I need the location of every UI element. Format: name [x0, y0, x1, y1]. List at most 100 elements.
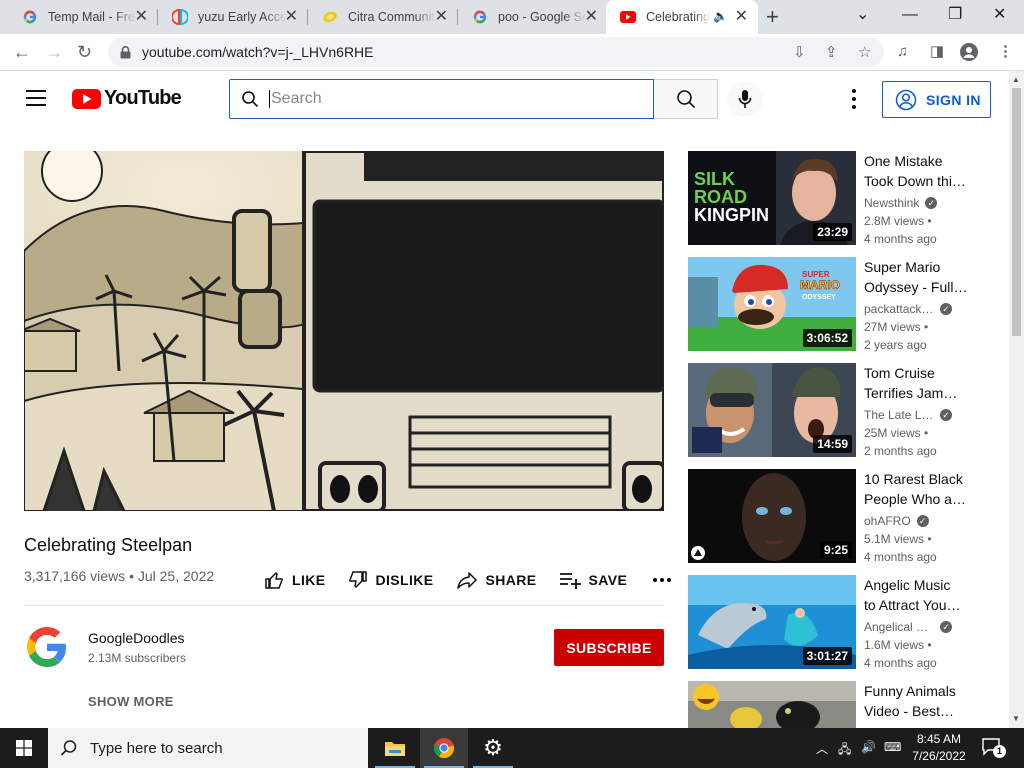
close-tab-icon[interactable]: ✕	[135, 9, 148, 25]
thumbnail-image	[688, 681, 856, 728]
video-title[interactable]: Angelic Music to Attract You…	[864, 575, 976, 615]
volume-icon[interactable]: 🔊	[861, 740, 876, 754]
verified-check-icon: ✓	[916, 515, 929, 527]
minimize-icon[interactable]: —	[902, 4, 918, 26]
speaker-icon[interactable]: 🔈	[713, 9, 728, 23]
taskbar-search[interactable]: Type here to search	[48, 728, 368, 768]
channel-avatar[interactable]	[24, 624, 70, 670]
more-actions-icon[interactable]	[653, 578, 672, 582]
back-icon[interactable]: ←	[13, 40, 31, 64]
video-thumbnail[interactable]	[688, 681, 856, 728]
video-player[interactable]	[24, 151, 664, 511]
video-title[interactable]: One Mistake Took Down thi…	[864, 151, 976, 191]
search-input[interactable]	[269, 90, 639, 108]
share-icon[interactable]: ⇪	[825, 43, 838, 61]
thumbs-up-icon	[265, 572, 283, 589]
title-line: One Mistake	[864, 153, 943, 169]
taskbar-clock[interactable]: 8:45 AM 7/26/2022	[904, 731, 974, 765]
language-icon[interactable]: ⌨	[884, 740, 901, 754]
channel-line[interactable]: The Late La… ✓	[864, 408, 952, 422]
channel-name[interactable]: GoogleDoodles	[88, 630, 185, 646]
settings-more-icon[interactable]	[846, 89, 862, 109]
close-window-icon[interactable]: ✕	[993, 4, 1006, 26]
show-more-button[interactable]: SHOW MORE	[88, 694, 174, 709]
tab-google-search[interactable]: poo - Google Se ✕	[458, 0, 608, 34]
video-thumbnail[interactable]: 9:25	[688, 469, 856, 563]
reload-icon[interactable]: ↻	[77, 40, 92, 64]
scroll-down-icon[interactable]: ▼	[1012, 714, 1020, 723]
channel-line[interactable]: Angelical M… ✓	[864, 620, 952, 634]
side-panel-icon[interactable]: ◨	[930, 43, 944, 61]
address-bar[interactable]: youtube.com/watch?v=j-_LHVn6RHE ⇩ ⇪ ☆	[108, 37, 884, 67]
taskbar-file-explorer[interactable]	[371, 728, 419, 768]
view-count: 5.1M views •	[864, 532, 932, 546]
tab-youtube-active[interactable]: Celebrating 🔈 ✕	[606, 0, 758, 34]
taskbar-chrome[interactable]	[420, 728, 468, 768]
video-thumbnail[interactable]: SILK ROAD KINGPIN 23:29	[688, 151, 856, 245]
new-tab-icon[interactable]: +	[766, 6, 779, 28]
media-control-icon[interactable]: ♫	[897, 43, 908, 61]
title-line: People Who a…	[864, 491, 966, 507]
video-title[interactable]: 10 Rarest Black People Who a…	[864, 469, 976, 509]
page-scrollbar[interactable]: ▲ ▼	[1009, 71, 1024, 728]
recommended-video[interactable]: Funny Animals Video - Best…	[688, 681, 988, 728]
close-tab-icon[interactable]: ✕	[285, 9, 298, 25]
sign-in-button[interactable]: SIGN IN	[882, 81, 991, 118]
video-actions: LIKE DISLIKE SHARE SAVE	[264, 568, 672, 592]
title-line: Tom Cruise	[864, 365, 935, 381]
close-tab-icon[interactable]: ✕	[585, 9, 598, 25]
dislike-button[interactable]: DISLIKE	[348, 570, 434, 590]
search-box[interactable]	[229, 79, 654, 119]
subscribe-button[interactable]: SUBSCRIBE	[554, 629, 664, 666]
video-thumbnail[interactable]: 3:01:27	[688, 575, 856, 669]
playlist-add-icon	[559, 573, 581, 589]
video-title[interactable]: Funny Animals Video - Best…	[864, 681, 976, 721]
save-button[interactable]: SAVE	[559, 570, 628, 590]
channel-line[interactable]: packattack0… ✓	[864, 302, 952, 316]
gear-icon: ⚙	[483, 735, 503, 760]
youtube-logo[interactable]: YouTube	[72, 87, 182, 110]
tab-citra[interactable]: Citra Communit ✕	[308, 0, 458, 34]
like-button[interactable]: LIKE	[264, 570, 326, 590]
video-duration: 3:01:27	[802, 647, 852, 665]
thumb-text-line: MARIO	[800, 278, 840, 292]
tab-search-icon[interactable]: ⌄	[856, 4, 869, 26]
windows-logo-icon	[16, 740, 32, 756]
menu-icon[interactable]	[26, 90, 46, 106]
show-hidden-icons[interactable]: ︿	[816, 740, 828, 757]
install-icon[interactable]: ⇩	[793, 43, 806, 61]
tab-temp-mail[interactable]: Temp Mail - Fre ✕	[8, 0, 158, 34]
close-tab-icon[interactable]: ✕	[735, 9, 748, 25]
video-title[interactable]: Super Mario Odyssey - Full…	[864, 257, 976, 297]
forward-icon[interactable]: →	[45, 40, 63, 64]
profile-icon[interactable]	[960, 43, 978, 66]
lock-icon[interactable]	[120, 45, 134, 59]
title-line: Super Mario	[864, 259, 941, 275]
recommended-video[interactable]: 9:25 10 Rarest Black People Who a… ohAFR…	[688, 469, 988, 564]
voice-search-button[interactable]	[727, 81, 763, 117]
network-icon[interactable]: 🖧	[838, 740, 851, 761]
video-thumbnail[interactable]: SUPER MARIO ODYSSEY 3:06:52	[688, 257, 856, 351]
search-button[interactable]	[654, 79, 718, 119]
like-label: LIKE	[292, 572, 326, 588]
scrollbar-thumb[interactable]	[1012, 88, 1021, 336]
close-tab-icon[interactable]: ✕	[435, 9, 448, 25]
notification-center-icon[interactable]: 1	[982, 738, 1006, 758]
channel-line[interactable]: ohAFRO ✓	[864, 514, 929, 528]
scroll-up-icon[interactable]: ▲	[1012, 75, 1020, 84]
start-button[interactable]	[0, 728, 48, 768]
taskbar-settings[interactable]: ⚙	[469, 728, 517, 768]
video-title[interactable]: Tom Cruise Terrifies Jam…	[864, 363, 976, 403]
recommended-video[interactable]: 3:01:27 Angelic Music to Attract You… An…	[688, 575, 988, 670]
recommended-video[interactable]: 14:59 Tom Cruise Terrifies Jam… The Late…	[688, 363, 988, 458]
chrome-menu-icon[interactable]: ⋮	[998, 43, 1013, 61]
taskbar-search-placeholder: Type here to search	[90, 739, 223, 757]
bookmark-star-icon[interactable]: ☆	[858, 43, 871, 61]
share-button[interactable]: SHARE	[456, 570, 537, 590]
video-thumbnail[interactable]: 14:59	[688, 363, 856, 457]
channel-line[interactable]: Newsthink ✓	[864, 196, 938, 210]
tab-yuzu[interactable]: yuzu Early Acce ✕	[158, 0, 308, 34]
recommended-video[interactable]: SUPER MARIO ODYSSEY 3:06:52 Super Mario …	[688, 257, 988, 352]
recommended-video[interactable]: SILK ROAD KINGPIN 23:29 One Mistake Took…	[688, 151, 988, 246]
restore-icon[interactable]: ❐	[948, 4, 962, 26]
